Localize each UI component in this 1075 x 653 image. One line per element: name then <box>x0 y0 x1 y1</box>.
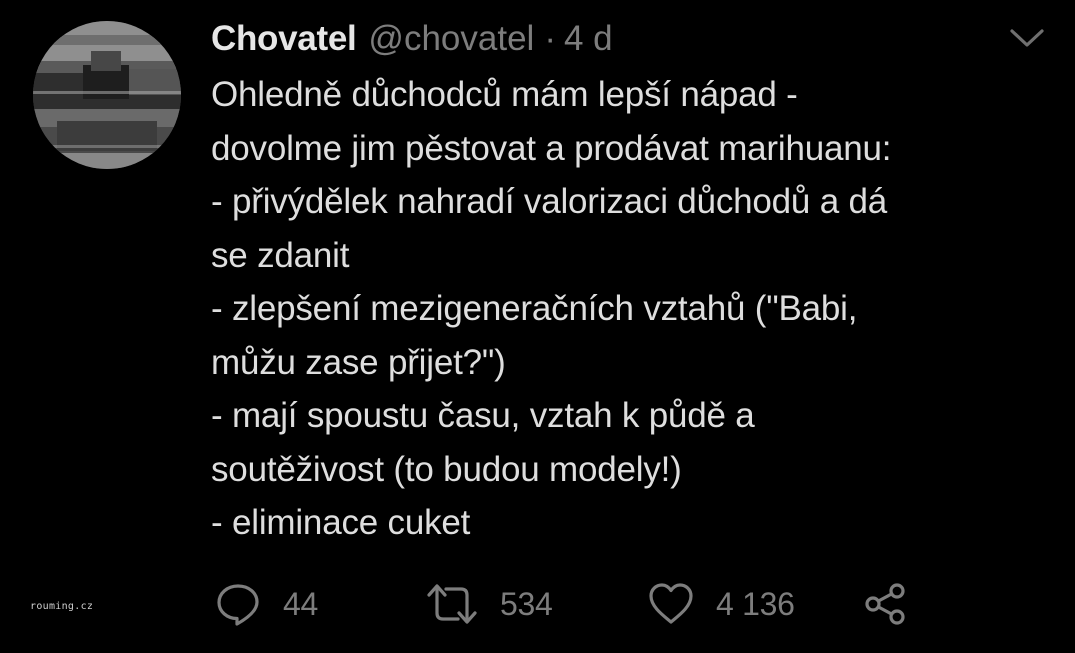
chevron-down-icon <box>1010 29 1044 47</box>
timestamp[interactable]: 4 d <box>564 14 613 64</box>
tweet-text-line: - eliminace cuket <box>211 503 471 542</box>
tweet-text: Ohledně důchodců mám lepší nápad - dovol… <box>211 68 1041 550</box>
tweet: Chovatel @chovatel · 4 d Ohledně důchodc… <box>0 0 1075 653</box>
tweet-text-line: můžu zase přijet?") <box>211 342 506 382</box>
more-options-button[interactable] <box>1008 26 1046 50</box>
tweet-text-line: - mají spoustu času, vztah k půdě a <box>211 396 755 435</box>
tweet-text-line: soutěživost (to budou modely!) <box>211 449 682 489</box>
retweet-icon <box>426 581 478 627</box>
display-name[interactable]: Chovatel <box>211 14 357 64</box>
reply-count: 44 <box>283 585 318 622</box>
retweet-button[interactable]: 534 <box>426 580 553 628</box>
heart-icon <box>648 581 694 627</box>
share-button[interactable] <box>862 580 908 628</box>
user-handle[interactable]: @chovatel <box>368 14 534 64</box>
tweet-text-line: - zlepšení mezigeneračních vztahů ("Babi… <box>211 289 858 328</box>
retweet-count: 534 <box>500 585 553 622</box>
avatar-image <box>33 21 181 169</box>
avatar[interactable] <box>33 21 181 169</box>
tweet-text-line: dovolme jim pěstovat a prodávat marihuan… <box>211 128 892 168</box>
tweet-text-line: Ohledně důchodců mám lepší nápad - <box>211 75 798 114</box>
reply-button[interactable]: 44 <box>215 580 318 628</box>
watermark: rouming.cz <box>30 601 94 612</box>
like-count: 4 136 <box>716 585 795 622</box>
separator-dot: · <box>544 19 556 58</box>
share-icon <box>862 581 908 627</box>
tweet-header: Chovatel @chovatel · 4 d <box>211 14 613 64</box>
like-button[interactable]: 4 136 <box>648 580 795 628</box>
tweet-text-line: - přivýdělek nahradí valorizaci důchodů … <box>211 182 888 221</box>
tweet-text-line: se zdanit <box>211 235 350 275</box>
reply-icon <box>215 581 261 627</box>
